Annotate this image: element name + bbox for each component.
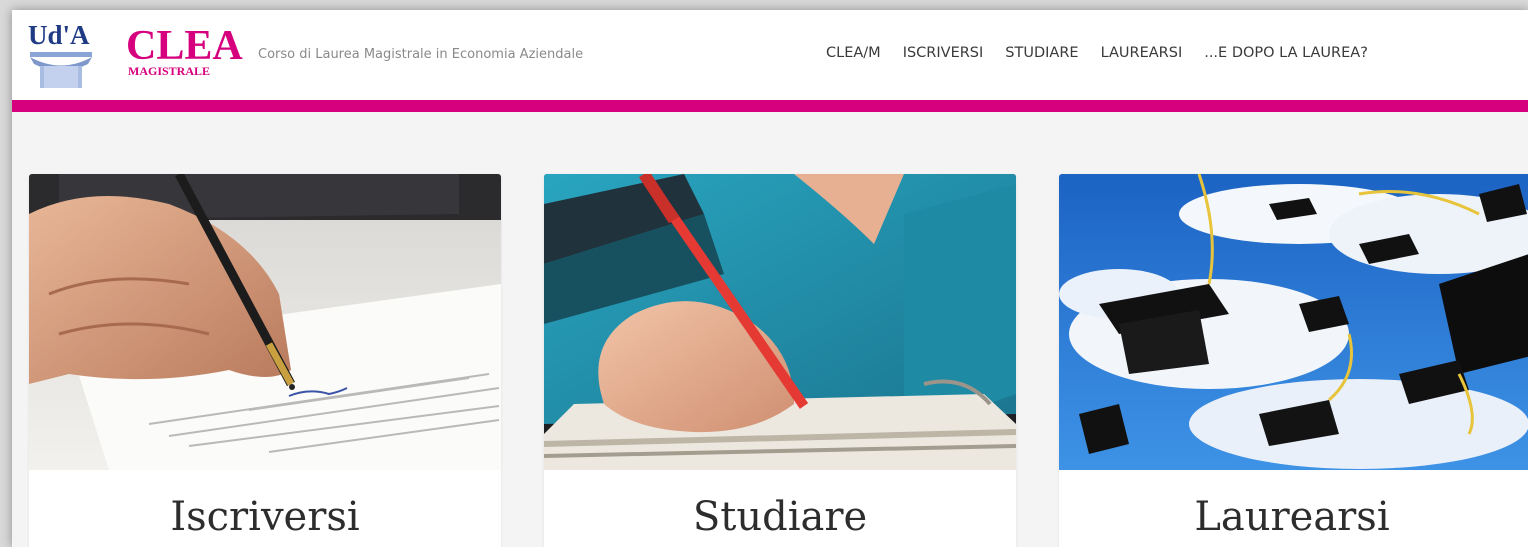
nav-item-iscriversi[interactable]: ISCRIVERSI: [903, 45, 984, 61]
card-image-studying[interactable]: [544, 174, 1016, 470]
course-subtitle: Corso di Laurea Magistrale in Economia A…: [258, 47, 584, 62]
main-nav: CLEA/M ISCRIVERSI STUDIARE LAUREARSI ...…: [826, 45, 1368, 61]
site-header: Ud'A CLEA MAGISTRALE Corso di Laurea Mag…: [12, 10, 1528, 100]
hand-signing-icon: [29, 174, 501, 470]
svg-text:Ud'A: Ud'A: [28, 20, 90, 50]
student-writing-icon: [544, 174, 1016, 470]
nav-item-clea-m[interactable]: CLEA/M: [826, 45, 881, 61]
uda-emblem-icon: Ud'A: [28, 20, 92, 88]
clea-logo[interactable]: CLEA MAGISTRALE: [126, 23, 243, 78]
browser-viewport: Ud'A CLEA MAGISTRALE Corso di Laurea Mag…: [12, 10, 1528, 547]
card-image-graduation[interactable]: [1059, 174, 1528, 470]
card-laurearsi[interactable]: Laurearsi: [1059, 174, 1528, 547]
header-accent-bar: [12, 100, 1528, 112]
card-image-signing[interactable]: [29, 174, 501, 470]
card-title-iscriversi[interactable]: Iscriversi: [29, 494, 501, 540]
card-studiare[interactable]: Studiare: [544, 174, 1016, 547]
nav-item-studiare[interactable]: STUDIARE: [1005, 45, 1078, 61]
uda-logo[interactable]: Ud'A: [26, 18, 98, 92]
graduation-caps-icon: [1059, 174, 1528, 470]
card-iscriversi[interactable]: Iscriversi: [29, 174, 501, 547]
card-title-laurearsi[interactable]: Laurearsi: [1059, 494, 1525, 540]
nav-item-dopo-la-laurea[interactable]: ...E DOPO LA LAUREA?: [1204, 45, 1368, 61]
card-title-studiare[interactable]: Studiare: [544, 494, 1016, 540]
clea-logo-title: CLEA: [126, 23, 243, 69]
nav-item-laurearsi[interactable]: LAUREARSI: [1101, 45, 1183, 61]
